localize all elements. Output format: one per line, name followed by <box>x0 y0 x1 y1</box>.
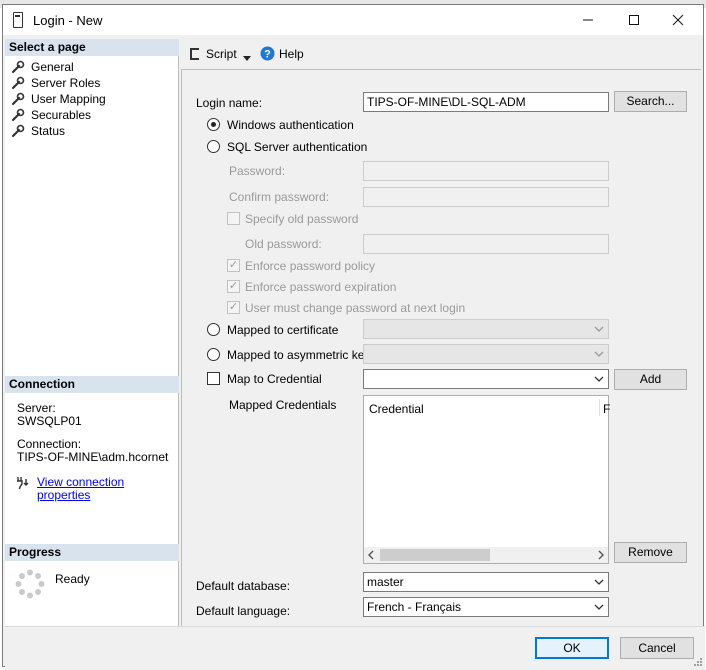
default-language-value: French - Français <box>367 600 462 614</box>
column-divider <box>599 399 600 416</box>
dialog-footer: OK Cancel <box>5 626 705 670</box>
remove-button[interactable]: Remove <box>614 542 687 563</box>
mapped-certificate-label: Mapped to certificate <box>227 323 339 337</box>
provider-column-header[interactable]: F <box>603 402 610 416</box>
left-panel: Select a page General Server Roles User … <box>5 39 179 626</box>
page-item-label: Securables <box>31 108 92 122</box>
chevron-down-icon <box>594 351 604 357</box>
must-change-label: User must change password at next login <box>245 301 466 315</box>
page-item-label: General <box>31 60 74 74</box>
page-item-general[interactable]: General <box>11 59 74 75</box>
chevron-down-icon <box>594 326 604 332</box>
toolbar: Script ? Help <box>179 39 699 69</box>
page-item-label: Server Roles <box>31 76 101 90</box>
general-page-content: Login name: TIPS-OF-MINE\DL-SQL-ADM Sear… <box>181 69 701 626</box>
horizontal-scrollbar[interactable] <box>364 547 608 563</box>
chevron-down-icon[interactable] <box>243 51 251 61</box>
app-icon <box>13 12 23 28</box>
wrench-icon <box>11 124 25 138</box>
login-name-label: Login name: <box>196 96 263 110</box>
login-name-input[interactable]: TIPS-OF-MINE\DL-SQL-ADM <box>363 92 609 112</box>
scrollbar-thumb[interactable] <box>380 549 490 561</box>
mapped-credentials-label: Mapped Credentials <box>229 398 337 412</box>
progress-status: Ready <box>55 572 90 586</box>
asymmetric-key-combo <box>363 344 609 364</box>
enforce-policy-label: Enforce password policy <box>245 259 376 273</box>
default-database-value: master <box>367 575 404 589</box>
page-item-securables[interactable]: Securables <box>11 107 91 123</box>
page-item-server-roles[interactable]: Server Roles <box>11 75 100 91</box>
progress-header: Progress <box>5 544 179 561</box>
old-password-input <box>363 234 609 254</box>
sql-auth-radio[interactable] <box>207 140 220 153</box>
chevron-down-icon <box>594 376 604 382</box>
confirm-password-label: Confirm password: <box>229 190 330 204</box>
default-database-label: Default database: <box>196 579 291 593</box>
wrench-icon <box>11 108 25 122</box>
windows-auth-radio[interactable] <box>207 118 220 131</box>
credential-column-header[interactable]: Credential <box>369 402 424 416</box>
help-icon[interactable]: ? <box>260 46 275 61</box>
server-value: SWSQLP01 <box>17 414 82 428</box>
svg-text:?: ? <box>264 49 271 61</box>
maximize-button[interactable] <box>611 5 657 35</box>
mapped-credentials-grid[interactable]: Credential F <box>363 395 610 564</box>
connection-value: TIPS-OF-MINE\adm.hcornet <box>17 450 169 464</box>
login-new-dialog: Login - New Select a page General Server… <box>2 4 705 670</box>
resize-grip-icon[interactable] <box>691 657 703 669</box>
must-change-checkbox: ✓ <box>227 301 240 314</box>
window-title: Login - New <box>33 13 103 28</box>
map-credential-checkbox[interactable] <box>207 372 220 385</box>
certificate-combo <box>363 319 609 339</box>
minimize-icon <box>583 19 593 21</box>
view-connection-properties-link[interactable]: View connection properties <box>37 476 178 502</box>
page-item-user-mapping[interactable]: User Mapping <box>11 91 106 107</box>
sql-auth-label: SQL Server authentication <box>227 140 368 154</box>
script-icon <box>187 47 201 61</box>
spinner-icon <box>15 569 45 599</box>
ok-button[interactable]: OK <box>535 637 609 659</box>
confirm-password-input <box>363 187 609 207</box>
password-label: Password: <box>229 164 286 178</box>
default-database-combo[interactable]: master <box>363 572 609 592</box>
maximize-icon <box>629 15 639 25</box>
search-button[interactable]: Search... <box>614 91 687 112</box>
help-button[interactable]: Help <box>279 47 304 61</box>
plug-icon <box>15 476 31 490</box>
chevron-right-icon[interactable] <box>597 550 605 560</box>
select-page-header: Select a page <box>5 39 179 56</box>
specify-old-password-checkbox <box>227 212 240 225</box>
page-item-label: Status <box>31 124 66 138</box>
script-button[interactable]: Script <box>206 47 237 61</box>
mapped-asymmetric-label: Mapped to asymmetric key <box>227 348 371 362</box>
minimize-button[interactable] <box>565 5 611 35</box>
close-icon <box>672 14 684 26</box>
specify-old-password-label: Specify old password <box>245 212 359 226</box>
default-language-label: Default language: <box>196 604 291 618</box>
default-language-combo[interactable]: French - Français <box>363 597 609 617</box>
mapped-certificate-radio[interactable] <box>207 323 220 336</box>
enforce-policy-checkbox: ✓ <box>227 259 240 272</box>
enforce-expiration-label: Enforce password expiration <box>245 280 397 294</box>
wrench-icon <box>11 76 25 90</box>
windows-auth-label: Windows authentication <box>227 118 354 132</box>
map-credential-label: Map to Credential <box>227 372 322 386</box>
cancel-button[interactable]: Cancel <box>620 637 694 659</box>
add-button[interactable]: Add <box>614 369 687 390</box>
password-input <box>363 161 609 181</box>
enforce-expiration-checkbox: ✓ <box>227 280 240 293</box>
connection-header: Connection <box>5 376 179 393</box>
credential-combo[interactable] <box>363 369 609 389</box>
title-bar[interactable]: Login - New <box>3 5 703 35</box>
page-item-status[interactable]: Status <box>11 123 65 139</box>
wrench-icon <box>11 92 25 106</box>
close-button[interactable] <box>655 5 701 35</box>
chevron-down-icon <box>594 579 604 585</box>
old-password-label: Old password: <box>245 237 322 251</box>
page-item-label: User Mapping <box>31 92 106 106</box>
chevron-left-icon[interactable] <box>367 550 375 560</box>
wrench-icon <box>11 60 25 74</box>
chevron-down-icon <box>594 604 604 610</box>
mapped-asymmetric-radio[interactable] <box>207 348 220 361</box>
